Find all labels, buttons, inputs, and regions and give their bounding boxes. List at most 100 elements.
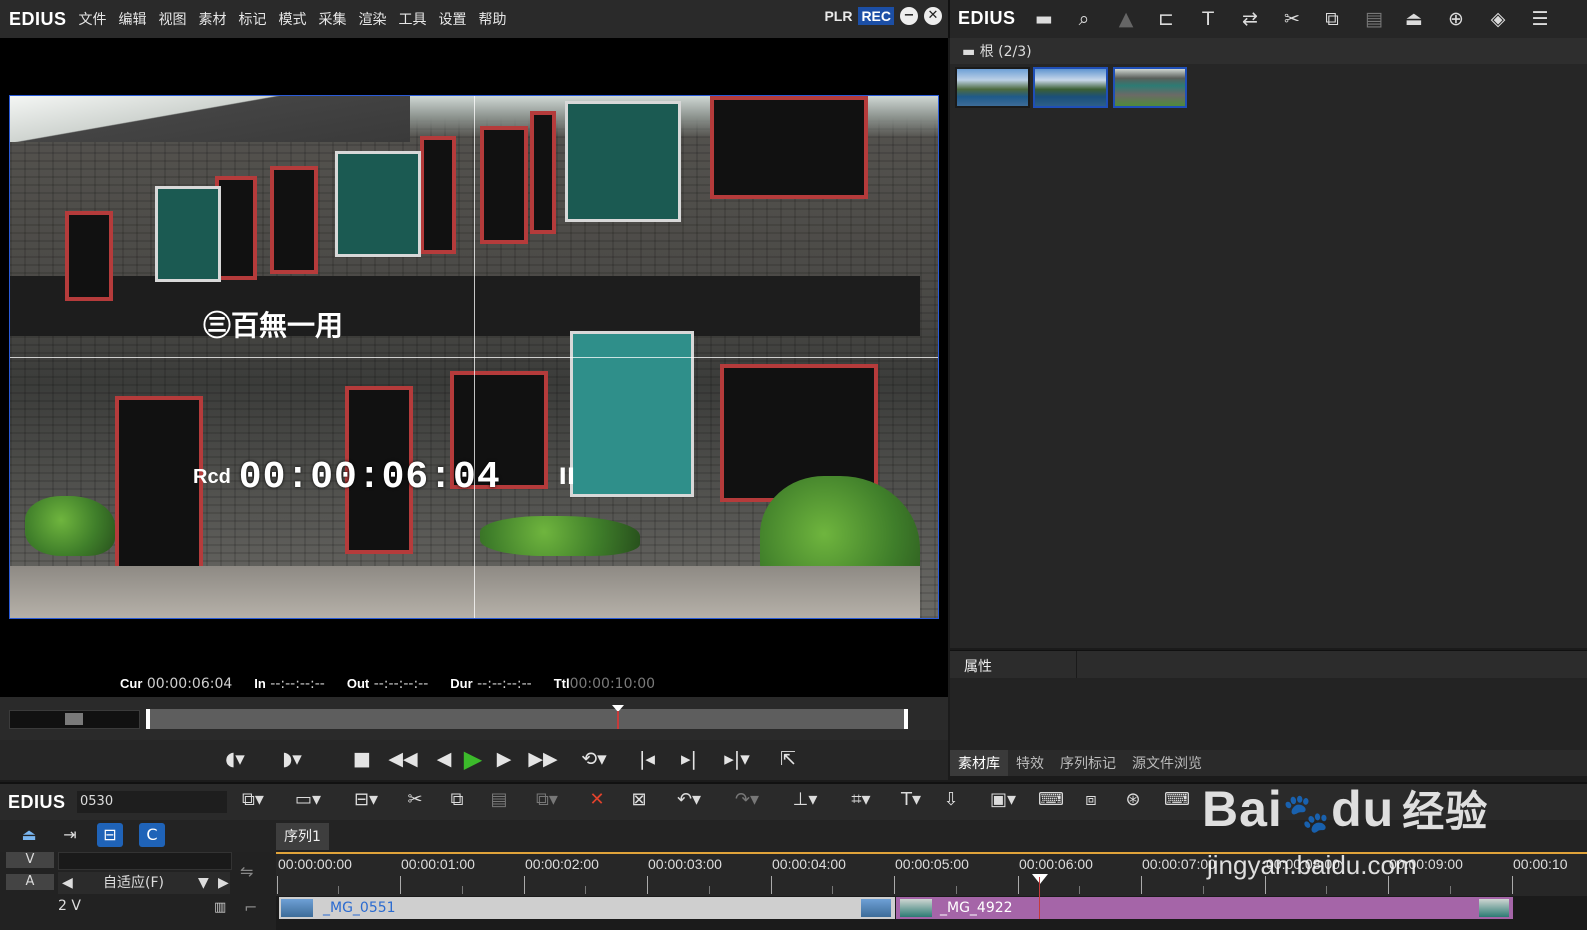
clip-thumbnail[interactable] — [1033, 67, 1108, 108]
collapse-icon[interactable]: ⌐ — [244, 898, 257, 917]
render-icon[interactable]: ▣▾ — [982, 789, 1024, 811]
ruler-label: 00:00:07:00 — [1142, 856, 1216, 872]
tab-source-browser[interactable]: 源文件浏览 — [1124, 750, 1210, 776]
timeline-clip[interactable]: _MG_0551 — [279, 897, 895, 919]
paste-clip-icon[interactable]: ▤ — [488, 789, 510, 811]
chalkboard-sign — [565, 101, 681, 222]
rewind-icon[interactable]: ◀◀ — [388, 748, 418, 770]
cut-icon[interactable]: ✂ — [1280, 7, 1304, 31]
folder-path[interactable]: ▬ 根 (2/3) — [962, 41, 1032, 61]
timeline-playhead-marker[interactable] — [1032, 874, 1048, 884]
menu-settings[interactable]: 设置 — [439, 9, 479, 29]
jog-slider[interactable] — [9, 710, 140, 729]
replace-icon[interactable]: ⇄ — [1238, 7, 1262, 31]
clip-thumbnail[interactable] — [1113, 67, 1187, 108]
position-bar[interactable] — [146, 705, 908, 729]
redo-icon[interactable]: ↷▾ — [726, 789, 768, 811]
sequence-tab[interactable]: 序列1 — [276, 823, 329, 850]
set-out-icon[interactable]: ◗▾ — [275, 748, 309, 770]
stop-icon[interactable]: ■ — [350, 748, 374, 770]
settings-grid-icon[interactable]: ⌨ — [1164, 789, 1190, 811]
open-folder-icon[interactable]: ⊏ — [1154, 7, 1178, 31]
menu-marker[interactable]: 标记 — [239, 9, 279, 29]
menu-render[interactable]: 渲染 — [359, 9, 399, 29]
track-v-button[interactable]: V — [6, 852, 54, 868]
book-mural — [570, 331, 694, 497]
track-a-button[interactable]: A — [6, 874, 54, 890]
jog-knob[interactable] — [65, 713, 83, 725]
export-icon[interactable]: ⇱ — [774, 748, 802, 770]
insert-to-timeline-icon[interactable]: ▸|▾ — [716, 748, 758, 770]
minimize-icon[interactable]: − — [900, 7, 918, 25]
ruler-tick — [647, 876, 648, 894]
folder-icon[interactable]: ▬ — [1032, 7, 1056, 31]
ripple-delete-icon[interactable]: ⊠ — [628, 789, 650, 811]
tab-sequence-markers[interactable]: 序列标记 — [1052, 750, 1124, 776]
new-sequence-icon[interactable]: ⧉▾ — [234, 789, 272, 811]
ripple-mode-icon[interactable]: ⇥ — [57, 823, 83, 847]
menu-view[interactable]: 视图 — [159, 9, 199, 29]
copy-icon[interactable]: ⧉ — [1320, 7, 1344, 31]
clip-tail-thumbnail — [1479, 899, 1509, 917]
delete-icon[interactable]: ✕ — [586, 789, 608, 811]
next-arrow-icon[interactable]: ▶ — [218, 872, 229, 894]
clip-thumbnail[interactable] — [955, 67, 1030, 108]
menu-help[interactable]: 帮助 — [479, 9, 519, 29]
save-icon[interactable]: ⊟▾ — [346, 789, 386, 811]
play-icon[interactable]: ▶ — [458, 747, 488, 771]
undo-icon[interactable]: ↶▾ — [668, 789, 710, 811]
add-cut-icon[interactable]: ⊥▾ — [784, 789, 826, 811]
go-to-in-icon[interactable]: |◂ — [634, 748, 660, 770]
tab-effects[interactable]: 特效 — [1008, 750, 1052, 776]
trim-icon[interactable]: ⌗▾ — [840, 789, 882, 811]
up-folder-icon[interactable]: ▲ — [1114, 7, 1138, 31]
paste-mode-icon[interactable]: ⧉▾ — [526, 789, 568, 811]
go-to-out-icon[interactable]: ▸| — [676, 748, 702, 770]
step-forward-icon[interactable]: ▶ — [494, 748, 514, 770]
step-back-icon[interactable]: ◀ — [434, 748, 454, 770]
keyboard-icon[interactable]: ⌨ — [1038, 789, 1064, 811]
group-mode-icon[interactable]: C — [139, 823, 165, 847]
mixer-icon[interactable]: ⧈ — [1080, 789, 1102, 811]
link-mode-icon[interactable]: ⊟ — [97, 823, 123, 847]
capture-icon[interactable]: ⇩ — [940, 789, 962, 811]
close-icon[interactable]: ✕ — [924, 7, 942, 25]
menu-file[interactable]: 文件 — [79, 9, 119, 29]
tab-bin[interactable]: 素材库 — [950, 750, 1008, 776]
menu-tools[interactable]: 工具 — [399, 9, 439, 29]
export-project-icon[interactable]: ⊛ — [1122, 789, 1144, 811]
properties-icon[interactable]: ◈ — [1486, 7, 1510, 31]
cut-clip-icon[interactable]: ✂ — [404, 789, 426, 811]
track-v-field[interactable] — [58, 852, 232, 870]
dropdown-arrow-icon[interactable]: ▼ — [198, 872, 209, 894]
timeline-clip[interactable]: _MG_4922 — [896, 897, 1513, 919]
plr-mode-button[interactable]: PLR — [824, 8, 852, 24]
show-in-player-icon[interactable]: ⏏ — [1402, 7, 1426, 31]
add-to-timeline-icon[interactable]: ⊕ — [1444, 7, 1468, 31]
open-project-icon[interactable]: ▭▾ — [288, 789, 328, 811]
project-name-field[interactable]: 0530 — [77, 791, 227, 813]
menu-capture[interactable]: 采集 — [319, 9, 359, 29]
rec-mode-button[interactable]: REC — [858, 7, 894, 25]
ruler-label: 00:00:00:00 — [278, 856, 352, 872]
set-in-icon[interactable]: ◖▾ — [218, 748, 252, 770]
loop-icon[interactable]: ⟲▾ — [572, 748, 616, 770]
add-title-icon[interactable]: T — [1196, 7, 1220, 31]
roof-shape — [10, 96, 410, 142]
prev-arrow-icon[interactable]: ◀ — [62, 872, 73, 894]
paste-icon[interactable]: ▤ — [1362, 7, 1386, 31]
ruler-tick — [1512, 876, 1513, 894]
film-icon[interactable]: ▥ — [214, 900, 226, 915]
menu-mode[interactable]: 模式 — [279, 9, 319, 29]
fast-forward-icon[interactable]: ▶▶ — [528, 748, 558, 770]
menu-edit[interactable]: 编辑 — [119, 9, 159, 29]
sync-icon[interactable]: ⇋ — [240, 862, 253, 881]
track-mode-icon[interactable]: ⏏ — [16, 823, 42, 847]
menu-clip[interactable]: 素材 — [199, 9, 239, 29]
title-icon[interactable]: T▾ — [896, 789, 926, 811]
search-icon[interactable]: ⌕ — [1072, 7, 1096, 31]
copy-clip-icon[interactable]: ⧉ — [446, 789, 468, 811]
view-list-icon[interactable]: ☰ — [1528, 7, 1552, 31]
ruler-tick — [1203, 886, 1204, 894]
audio-mode-select[interactable]: ◀ 自适应(F) ▼ ▶ — [58, 872, 230, 894]
